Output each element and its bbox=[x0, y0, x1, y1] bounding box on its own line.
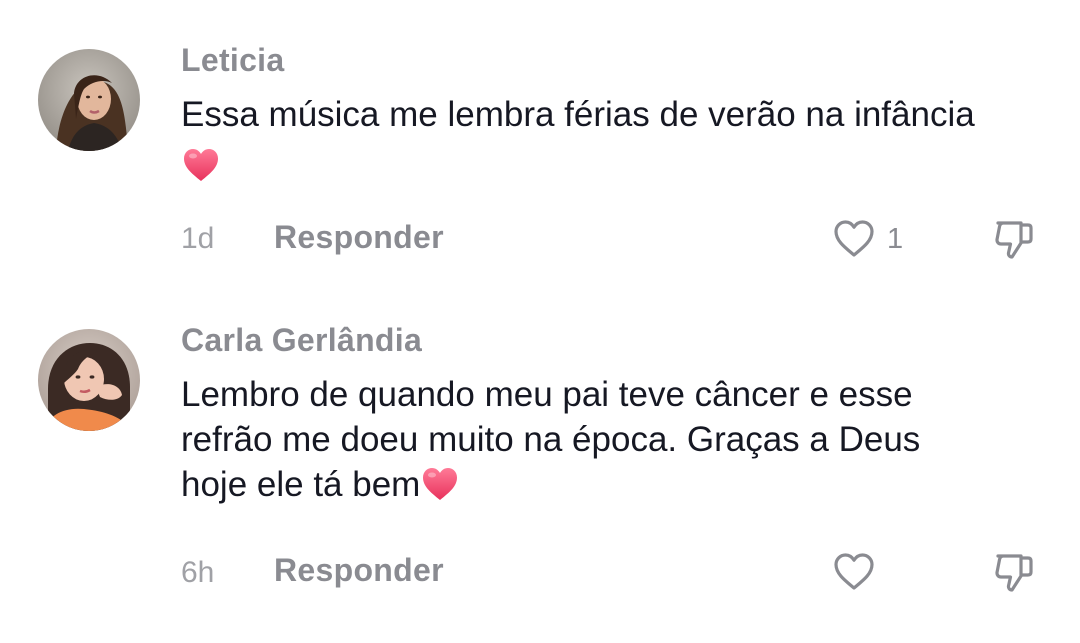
heart-emoji bbox=[181, 145, 221, 185]
avatar[interactable] bbox=[38, 49, 140, 151]
comment-text-line: refrão me doeu muito na época. Graças a … bbox=[181, 420, 921, 459]
comment-text-fragment: hoje ele tá bem bbox=[181, 465, 421, 504]
comment-username[interactable]: Carla Gerlândia bbox=[181, 322, 422, 359]
avatar[interactable] bbox=[38, 329, 140, 431]
comment-text: Lembro de quando meu pai teve câncer e e… bbox=[181, 372, 1061, 507]
comment-text-line: Lembro de quando meu pai teve câncer e e… bbox=[181, 375, 913, 414]
thumbs-down-icon[interactable] bbox=[990, 546, 1040, 596]
comment-username[interactable]: Leticia bbox=[181, 42, 284, 79]
reply-button[interactable]: Responder bbox=[274, 552, 444, 589]
heart-emoji bbox=[420, 464, 460, 504]
comment-timestamp: 1d bbox=[181, 222, 215, 255]
like-count: 1 bbox=[887, 223, 904, 255]
reply-button[interactable]: Responder bbox=[274, 219, 444, 256]
thumbs-down-icon[interactable] bbox=[990, 213, 1040, 263]
comment-text-line: hoje ele tá bem bbox=[181, 462, 1061, 507]
comment-text-line bbox=[181, 143, 1061, 188]
heart-outline-icon[interactable] bbox=[831, 216, 877, 262]
heart-outline-icon[interactable] bbox=[831, 549, 877, 595]
comment-text: Essa música me lembra férias de verão na… bbox=[181, 92, 1061, 188]
comment-timestamp: 6h bbox=[181, 556, 215, 589]
comment-text-line: Essa música me lembra férias de verão na… bbox=[181, 95, 975, 134]
